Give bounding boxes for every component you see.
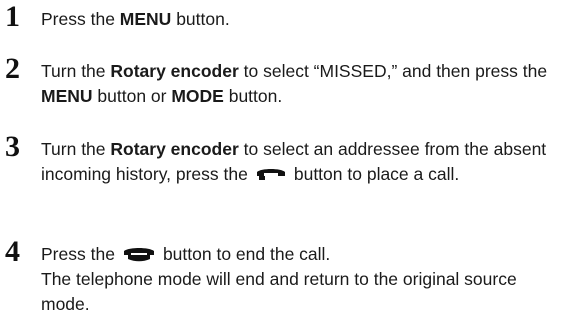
step-text-part: button. <box>171 9 230 29</box>
rotary-encoder-label: Rotary encoder <box>110 139 239 159</box>
step-text-part: Turn the <box>41 61 111 81</box>
menu-button-label: MENU <box>119 9 172 29</box>
step-number: 2 <box>5 52 20 85</box>
step-text-part: button or <box>92 86 172 106</box>
step-text-part: button. <box>223 86 283 106</box>
step-3: 3 Turn the Rotary encoder to select an a… <box>0 132 567 218</box>
step-number: 1 <box>5 0 20 33</box>
step-4: 4 Press the button to end the call. The te… <box>0 237 567 332</box>
step-text: Turn the Rotary encoder to select an add… <box>41 137 561 187</box>
phone-offhook-icon <box>256 166 286 183</box>
step-2: 2 Turn the Rotary encoder to select “MIS… <box>0 54 567 114</box>
step-text-part: Turn the <box>41 139 111 159</box>
step-1: 1 Press the MENU button. <box>0 2 567 36</box>
step-number: 4 <box>5 235 20 268</box>
step-number: 3 <box>5 130 20 163</box>
step-text: Turn the Rotary encoder to select “MISSE… <box>41 59 561 109</box>
step-text-part: button to place a call. <box>293 164 460 184</box>
step-text-part: Press the <box>41 244 115 264</box>
mode-button-label: MODE <box>171 86 224 106</box>
menu-button-label: MENU <box>41 86 93 106</box>
step-text: Press the MENU button. <box>41 7 561 32</box>
step-text-part: to select “MISSED,” and then press the <box>238 61 548 81</box>
step-text-part: Press the <box>41 9 120 29</box>
step-text-part: button to end the call. <box>162 244 331 264</box>
step-text: Press the button to end the call. The tele… <box>41 242 561 317</box>
phone-onhook-icon <box>123 247 155 263</box>
step-text-part: The telephone mode will end and return t… <box>41 269 517 314</box>
rotary-encoder-label: Rotary encoder <box>110 61 239 81</box>
